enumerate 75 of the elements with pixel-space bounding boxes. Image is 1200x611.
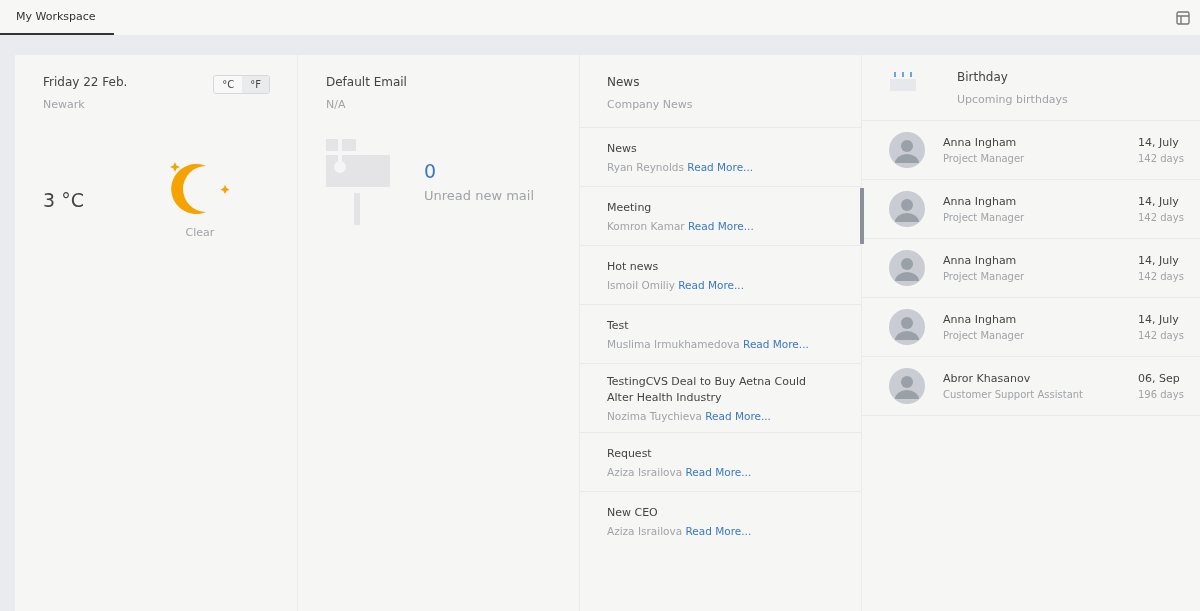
person-name: Anna Ingham [943, 254, 1018, 267]
news-byline: Komron Kamar Read More... [607, 220, 755, 232]
read-more-link[interactable]: Read More... [743, 338, 809, 350]
person-name: Abror Khasanov [943, 372, 1032, 385]
birthday-date: 14, July [1138, 195, 1180, 208]
person-role: Project Manager [943, 271, 1026, 282]
avatar-icon [889, 309, 925, 345]
news-headline: News [607, 141, 638, 157]
birthday-date: 14, July [1138, 254, 1180, 267]
person-role: Project Manager [943, 153, 1026, 164]
birthday-row[interactable]: Anna Ingham Project Manager 14, July 142 days [862, 180, 1200, 239]
read-more-link[interactable]: Read More... [678, 279, 744, 291]
unread-count: 0 [424, 159, 438, 182]
birthday-date: 14, July [1138, 313, 1180, 326]
birthday-row[interactable]: Anna Ingham Project Manager 14, July 142 days [862, 298, 1200, 357]
news-byline: Muslima Irmukhamedova Read More... [607, 338, 810, 350]
news-byline: Aziza Israilova Read More... [607, 466, 753, 478]
days-left: 142 days [1138, 330, 1184, 341]
news-headline: Hot news [607, 259, 660, 275]
read-more-link[interactable]: Read More... [685, 466, 752, 478]
moon-icon [170, 161, 230, 217]
weather-city: Newark [43, 98, 86, 111]
avatar-icon [889, 368, 925, 404]
person-role: Project Manager [943, 212, 1026, 223]
news-byline: Nozima Tuychieva Read More... [607, 410, 772, 422]
email-title: Default Email [326, 75, 408, 89]
temperature: 3 °C [43, 189, 84, 211]
person-role: Customer Support Assistant [943, 389, 1085, 400]
avatar-icon [889, 191, 925, 227]
weather-condition: Clear [185, 226, 215, 239]
news-byline: Ryan Reynolds Read More... [607, 161, 755, 173]
birthday-row[interactable]: Anna Ingham Project Manager 14, July 142 days [862, 239, 1200, 298]
news-byline: Ismoil Omiliy Read More... [607, 279, 745, 291]
days-left: 196 days [1138, 389, 1184, 400]
read-more-link[interactable]: Read More... [685, 525, 752, 537]
workspace-tab[interactable]: My Workspace [0, 0, 114, 35]
birthday-date: 14, July [1138, 136, 1180, 149]
news-item[interactable]: Hot news Ismoil Omiliy Read More... [580, 245, 861, 304]
layout-icon[interactable] [1176, 10, 1190, 25]
avatar-icon [889, 250, 925, 286]
person-role: Project Manager [943, 330, 1026, 341]
person-name: Anna Ingham [943, 313, 1018, 326]
days-left: 142 days [1138, 153, 1184, 164]
news-headline: Test [607, 318, 630, 334]
read-more-link[interactable]: Read More... [688, 220, 754, 232]
read-more-link[interactable]: Read More... [687, 161, 754, 173]
news-byline: Aziza Israilova Read More... [607, 525, 753, 537]
birthday-date: 06, Sep [1138, 372, 1181, 385]
news-subtitle: Company News [607, 98, 694, 111]
person-name: Anna Ingham [943, 195, 1018, 208]
news-item[interactable]: Request Aziza Israilova Read More... [580, 432, 861, 491]
birthday-title: Birthday [957, 70, 1009, 84]
read-more-link[interactable]: Read More... [705, 410, 771, 422]
cake-icon [889, 70, 917, 92]
birthday-row[interactable]: Abror Khasanov Customer Support Assistant 06, Sep 196 days [862, 357, 1200, 416]
news-item[interactable]: New CEO Aziza Israilova Read More... [580, 491, 861, 550]
news-headline: New CEO [607, 505, 659, 521]
weather-date: Friday 22 Feb. [43, 75, 128, 89]
news-title: News [607, 75, 641, 89]
news-headline: Meeting [607, 200, 653, 216]
news-item[interactable]: News Ryan Reynolds Read More... [580, 127, 861, 186]
birthday-row[interactable]: Anna Ingham Project Manager 14, July 142 days [862, 121, 1200, 180]
scrollbar-thumb[interactable] [860, 188, 864, 244]
unread-label: Unread new mail [424, 187, 535, 203]
unit-button[interactable]: °F [242, 76, 269, 93]
news-item[interactable]: TestingCVS Deal to Buy Aetna Could Alter Health Industry Nozima Tuychieva Read More... [580, 363, 861, 432]
news-item[interactable]: Test Muslima Irmukhamedova Read More... [580, 304, 861, 363]
days-left: 142 days [1138, 212, 1184, 223]
news-headline: Request [607, 446, 653, 462]
avatar-icon [889, 132, 925, 168]
person-name: Anna Ingham [943, 136, 1018, 149]
news-headline: TestingCVS Deal to Buy Aetna Could Alter Health Industry [607, 374, 807, 406]
days-left: 142 days [1138, 271, 1184, 282]
birthday-subtitle: Upcoming birthdays [957, 93, 1068, 106]
email-address: N/A [326, 98, 347, 111]
